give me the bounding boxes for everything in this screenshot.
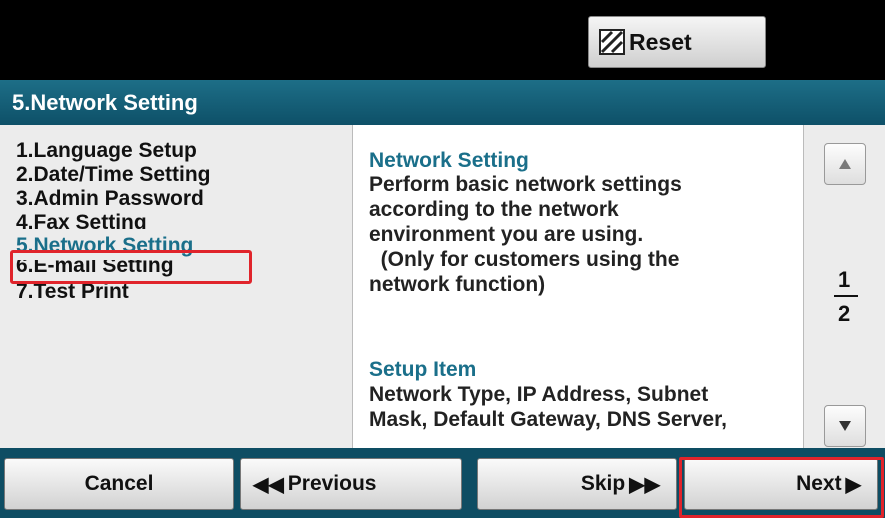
page-scroller: 1 2 bbox=[804, 125, 885, 448]
cancel-label: Cancel bbox=[84, 472, 154, 495]
description-line: environment you are using. bbox=[369, 223, 644, 246]
setup-item-line: Network Type, IP Address, Subnet bbox=[369, 383, 709, 406]
printer-panel-screen: Reset 5.Network Setting 1.Language Setup… bbox=[0, 0, 885, 518]
previous-label: Previous bbox=[287, 472, 377, 495]
previous-button[interactable]: ◀◀ Previous bbox=[240, 458, 462, 510]
page-divider bbox=[834, 295, 858, 297]
setup-item-line: Mask, Default Gateway, DNS Server, bbox=[369, 408, 727, 431]
menu-item-fax-setting[interactable]: 4.Fax Setting bbox=[16, 211, 147, 229]
setup-item-heading: Setup Item bbox=[369, 358, 477, 381]
skip-label: Skip bbox=[580, 472, 626, 495]
right-arrow-icon: ▶ bbox=[845, 473, 861, 496]
skip-button[interactable]: Skip ▶▶ bbox=[477, 458, 677, 510]
cancel-button[interactable]: Cancel bbox=[4, 458, 234, 510]
reset-icon bbox=[599, 29, 625, 55]
menu-item-admin-password[interactable]: 3.Admin Password bbox=[16, 187, 204, 211]
double-left-arrow-icon: ◀◀ bbox=[253, 473, 284, 496]
triangle-up-icon bbox=[839, 159, 851, 169]
scroll-up-button[interactable] bbox=[824, 143, 866, 185]
description-line: (Only for customers using the bbox=[369, 248, 680, 271]
reset-label: Reset bbox=[629, 28, 692, 55]
scroll-down-button[interactable] bbox=[824, 405, 866, 447]
description-line: network function) bbox=[369, 273, 546, 296]
next-button[interactable]: Next ▶ bbox=[684, 458, 878, 510]
description-line: according to the network bbox=[369, 198, 619, 221]
content-area: 1.Language Setup 2.Date/Time Setting 3.A… bbox=[0, 125, 885, 448]
reset-button[interactable]: Reset bbox=[588, 16, 766, 68]
next-label: Next bbox=[796, 472, 842, 495]
bottom-bar: Cancel ◀◀ Previous Skip ▶▶ Next ▶ bbox=[0, 448, 885, 518]
double-right-arrow-icon: ▶▶ bbox=[629, 473, 660, 496]
top-bar: Reset bbox=[0, 0, 885, 80]
description-line: Perform basic network settings bbox=[369, 173, 682, 196]
triangle-down-icon bbox=[839, 421, 851, 431]
description-panel: Network Setting Perform basic network se… bbox=[352, 125, 804, 448]
menu-item-language-setup[interactable]: 1.Language Setup bbox=[16, 139, 197, 163]
total-pages: 2 bbox=[838, 301, 851, 326]
current-page: 1 bbox=[838, 267, 851, 292]
selected-item-highlight bbox=[10, 250, 252, 284]
page-title: 5.Network Setting bbox=[0, 80, 885, 125]
description-heading: Network Setting bbox=[369, 149, 529, 172]
menu-item-date-time-setting[interactable]: 2.Date/Time Setting bbox=[16, 163, 211, 187]
